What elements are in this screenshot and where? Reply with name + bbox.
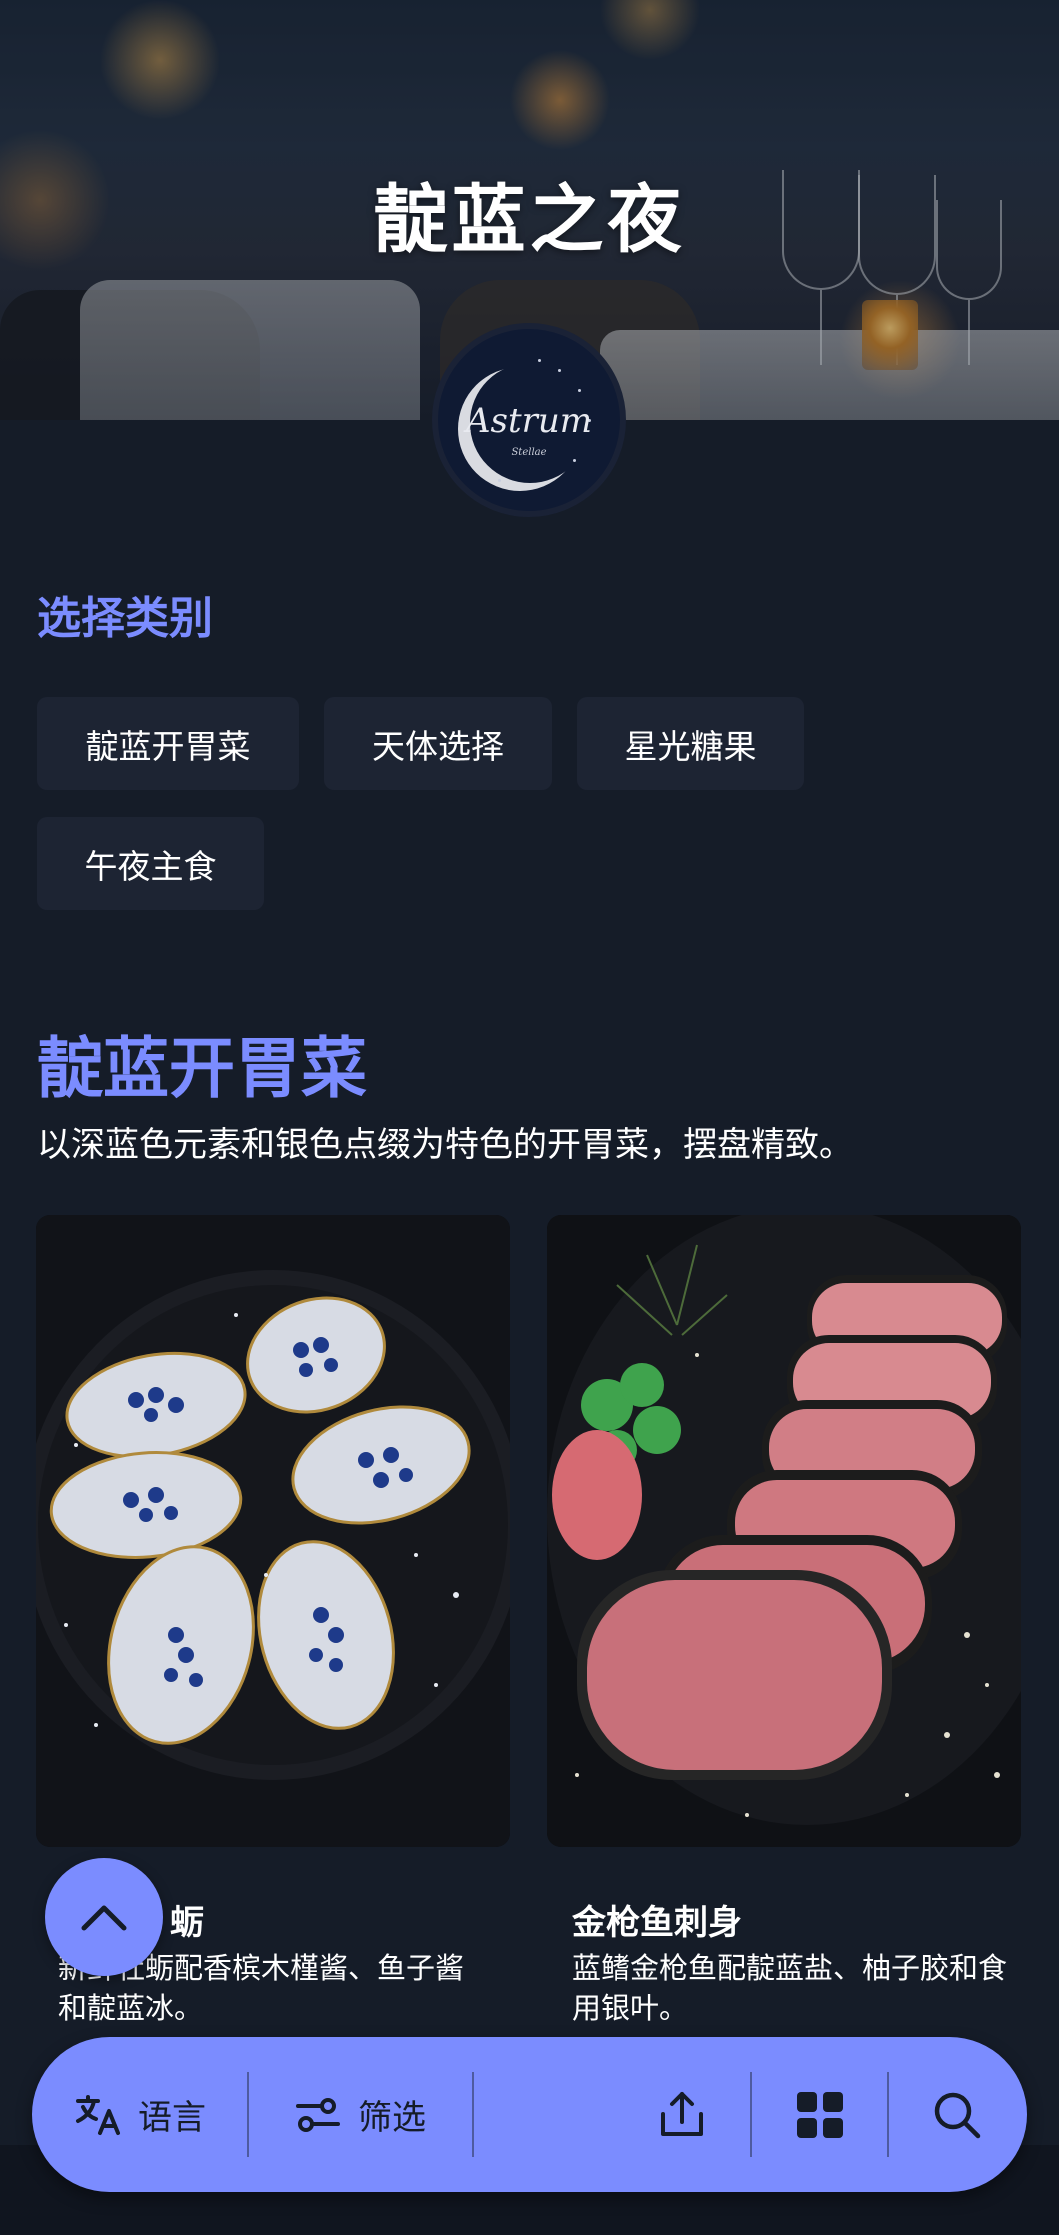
grid-icon (797, 2091, 843, 2138)
back-to-top-button[interactable] (45, 1858, 163, 1976)
category-label: 选择类别 (37, 593, 213, 644)
share-icon (661, 2091, 703, 2136)
filter-label: 筛选 (358, 2098, 426, 2138)
filter-button[interactable]: 筛选 (294, 2037, 426, 2192)
category-chip[interactable]: 星光糖果 (577, 697, 804, 790)
language-label: 语言 (138, 2098, 206, 2138)
category-chip[interactable]: 靛蓝开胃菜 (37, 697, 299, 790)
grid-view-button[interactable] (795, 2037, 845, 2192)
dish-name: 金枪鱼刺身 (572, 1903, 742, 1943)
section-title: 靛蓝开胃菜 (37, 1030, 367, 1107)
dish-image[interactable] (36, 1215, 510, 1847)
search-button[interactable] (932, 2037, 982, 2192)
language-button[interactable]: 语言 (74, 2037, 206, 2192)
section-description: 以深蓝色元素和银色点缀为特色的开胃菜，摆盘精致。 (37, 1125, 853, 1165)
bottom-toolbar: 语言 筛选 (32, 2037, 1027, 2192)
filter-icon (296, 2097, 340, 2132)
category-chip[interactable]: 天体选择 (324, 697, 552, 790)
page-title: 靛蓝之夜 (373, 177, 686, 263)
restaurant-logo: Astrum Stellae (432, 323, 626, 517)
dish-image[interactable] (547, 1215, 1021, 1847)
translate-icon (76, 2094, 120, 2135)
dish-description: 蓝鳍金枪鱼配靛蓝盐、柚子胶和食用银叶。 (572, 1951, 1008, 2025)
logo-name: Astrum (465, 401, 593, 441)
search-icon (934, 2092, 981, 2138)
dish-name: 蛎 (170, 1903, 204, 1943)
category-chip[interactable]: 午夜主食 (37, 817, 264, 910)
share-button[interactable] (657, 2037, 707, 2192)
chevron-up-icon (81, 1905, 127, 1931)
logo-subtitle: Stellae (511, 447, 547, 458)
